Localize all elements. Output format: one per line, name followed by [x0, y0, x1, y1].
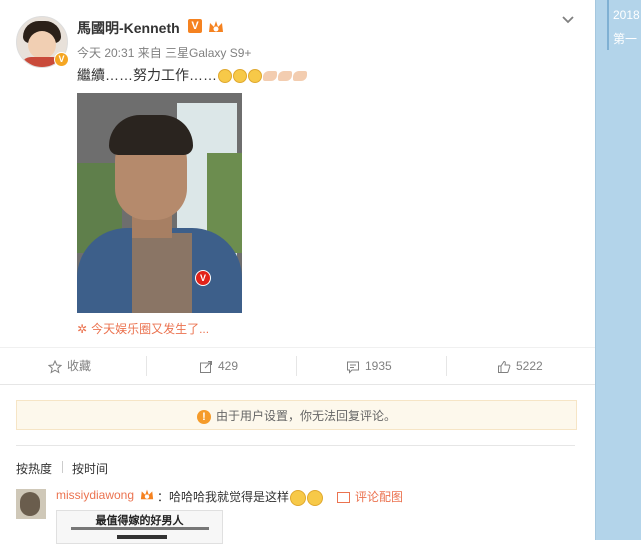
member-badge-icon	[209, 21, 223, 32]
like-button[interactable]: 5222	[497, 348, 543, 384]
comment-image[interactable]: 最值得嫁的好男人	[56, 510, 223, 544]
comment-text: ：哈哈哈我就觉得是这样	[157, 488, 324, 506]
like-count: 5222	[516, 359, 543, 373]
verified-avatar-badge-icon: V	[54, 52, 69, 67]
comment-icon	[347, 361, 359, 374]
feed-card: V 馬國明-Kenneth V 今天 20:31 来自 三星Galaxy S9+…	[0, 0, 595, 544]
comment-username[interactable]: missiydiawong	[56, 488, 134, 502]
warning-icon: !	[196, 409, 211, 424]
post-username[interactable]: 馬國明-Kenneth	[77, 18, 180, 38]
comment-button[interactable]: 1935	[346, 348, 392, 384]
surprised-emoji-icon	[233, 69, 247, 84]
divider	[16, 445, 575, 446]
sort-by-hot-tab[interactable]: 按热度	[16, 460, 52, 477]
repost-icon	[200, 360, 212, 373]
verified-v-icon: V	[188, 19, 202, 33]
laughing-emoji-icon	[307, 489, 324, 506]
laughing-emoji-icon	[290, 489, 307, 506]
timeline-sidebar: 2018 第一	[595, 0, 641, 540]
post-photo[interactable]: V	[77, 93, 242, 313]
surprised-emoji-icon	[218, 69, 232, 84]
comment-picture-link[interactable]: 评论配图	[337, 488, 403, 505]
member-badge-icon	[140, 489, 154, 500]
comment-text-content: ：哈哈哈我就觉得是这样	[157, 490, 290, 504]
muscle-emoji-icon	[263, 71, 277, 82]
post-meta: 今天 20:31 来自 三星Galaxy S9+	[77, 46, 252, 60]
action-bar: 收藏 429 1935 5222	[0, 347, 595, 385]
repost-count: 429	[218, 359, 239, 373]
favorite-button[interactable]: 收藏	[48, 348, 91, 384]
timeline-year[interactable]: 2018	[613, 8, 640, 22]
notice-text: 由于用户设置，你无法回复评论。	[215, 409, 396, 423]
star-icon	[48, 359, 62, 374]
timeline-month[interactable]: 第一	[613, 30, 637, 47]
repost-button[interactable]: 429	[199, 348, 238, 384]
muscle-emoji-icon	[293, 71, 307, 82]
comment-avatar[interactable]	[16, 489, 46, 519]
topic-star-icon: ✲	[77, 322, 88, 336]
comment-picture-label: 评论配图	[355, 490, 404, 504]
picture-icon	[337, 492, 350, 504]
comment-image-title: 最值得嫁的好男人	[95, 515, 184, 527]
sort-separator	[62, 461, 63, 473]
weibo-watermark-icon: V	[195, 270, 211, 286]
sort-by-time-tab[interactable]: 按时间	[72, 460, 108, 477]
favorite-label: 收藏	[67, 359, 92, 373]
reply-restricted-notice: ! 由于用户设置，你无法回复评论。	[16, 400, 577, 430]
like-icon	[498, 360, 511, 373]
post-text-content: 繼續……努力工作……	[77, 67, 217, 83]
topic-text: 今天娱乐圈又发生了...	[91, 322, 210, 336]
muscle-emoji-icon	[278, 71, 292, 82]
topic-link[interactable]: ✲ 今天娱乐圈又发生了...	[77, 320, 209, 337]
chevron-down-icon[interactable]	[560, 12, 576, 28]
comment-count: 1935	[365, 359, 392, 373]
post-text: 繼續……努力工作……	[77, 65, 307, 85]
surprised-emoji-icon	[248, 69, 262, 84]
